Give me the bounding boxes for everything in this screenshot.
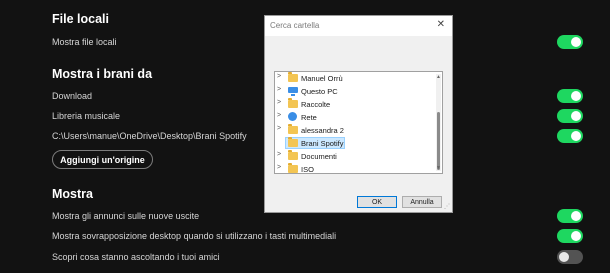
tree-item-iso[interactable]: > ISO bbox=[275, 163, 435, 174]
scroll-up-icon[interactable]: ▲ bbox=[436, 74, 441, 80]
close-icon[interactable]: ✕ bbox=[437, 19, 445, 30]
toggle-knob bbox=[571, 211, 581, 221]
new-releases-toggle[interactable] bbox=[557, 209, 583, 223]
tree-item-label: Questo PC bbox=[301, 87, 338, 96]
source-custom-folder-toggle[interactable] bbox=[557, 129, 583, 143]
chevron-right-icon[interactable]: > bbox=[277, 73, 281, 80]
add-source-button[interactable]: Aggiungi un'origine bbox=[52, 150, 153, 169]
tree-item-documents[interactable]: > Documenti bbox=[275, 150, 435, 162]
ok-button[interactable]: OK bbox=[357, 196, 397, 208]
source-music-library-toggle[interactable] bbox=[557, 109, 583, 123]
source-downloads-toggle[interactable] bbox=[557, 89, 583, 103]
tree-item-label: ISO bbox=[301, 165, 314, 174]
pc-icon bbox=[288, 87, 298, 96]
tree-item-network[interactable]: > Rete bbox=[275, 111, 435, 123]
toggle-knob bbox=[559, 252, 569, 262]
toggle-knob bbox=[571, 91, 581, 101]
show-local-files-label: Mostra file locali bbox=[52, 37, 117, 47]
chevron-right-icon[interactable]: > bbox=[277, 86, 281, 93]
chevron-right-icon[interactable]: > bbox=[277, 151, 281, 158]
toggle-knob bbox=[571, 37, 581, 47]
chevron-right-icon[interactable]: > bbox=[277, 112, 281, 119]
tree-item-label: Raccolte bbox=[301, 100, 331, 109]
folder-icon bbox=[288, 124, 298, 134]
desktop-overlay-toggle[interactable] bbox=[557, 229, 583, 243]
tree-item-label: Rete bbox=[301, 113, 317, 122]
folder-icon bbox=[288, 137, 298, 147]
chevron-right-icon[interactable]: > bbox=[277, 164, 281, 171]
tree-item-libraries[interactable]: > Raccolte bbox=[275, 98, 435, 110]
tree-item-this-pc[interactable]: > Questo PC bbox=[275, 85, 435, 97]
folder-tree[interactable]: > Manuel Orrù > Questo PC > Raccolte > R… bbox=[274, 71, 443, 174]
chevron-right-icon[interactable]: > bbox=[277, 99, 281, 106]
display-heading: Mostra bbox=[52, 187, 93, 201]
source-music-library-label: Libreria musicale bbox=[52, 111, 121, 121]
browse-folder-dialog: Cerca cartella ✕ > Manuel Orrù > Questo … bbox=[264, 15, 453, 213]
new-releases-label: Mostra gli annunci sulle nuove uscite bbox=[52, 211, 200, 221]
tree-item-label: Manuel Orrù bbox=[301, 74, 343, 83]
tree-item-alessandra-2[interactable]: > alessandra 2 bbox=[275, 124, 435, 136]
tree-item-manuel-orru[interactable]: > Manuel Orrù bbox=[275, 72, 435, 84]
friend-activity-label: Scopri cosa stanno ascoltando i tuoi ami… bbox=[52, 252, 220, 262]
scroll-down-icon[interactable]: ▼ bbox=[436, 165, 441, 171]
tree-item-brani-spotify[interactable]: Brani Spotify bbox=[275, 137, 435, 149]
dialog-title: Cerca cartella bbox=[270, 21, 320, 30]
show-tracks-from-heading: Mostra i brani da bbox=[52, 67, 153, 81]
folder-icon bbox=[288, 98, 298, 108]
resize-grip-icon[interactable]: ⋰ bbox=[444, 203, 450, 210]
folder-icon bbox=[288, 150, 298, 160]
chevron-right-icon[interactable]: > bbox=[277, 125, 281, 132]
tree-item-label: alessandra 2 bbox=[301, 126, 344, 135]
toggle-knob bbox=[571, 231, 581, 241]
folder-icon bbox=[288, 72, 298, 82]
tree-item-label: Brani Spotify bbox=[301, 139, 344, 148]
tree-scrollbar[interactable]: ▲ ▼ bbox=[436, 74, 441, 171]
show-local-files-toggle[interactable] bbox=[557, 35, 583, 49]
desktop-overlay-label: Mostra sovrapposizione desktop quando si… bbox=[52, 231, 337, 241]
local-files-heading: File locali bbox=[52, 12, 109, 26]
scrollbar-thumb[interactable] bbox=[437, 112, 440, 170]
source-custom-folder-label: C:\Users\manue\OneDrive\Desktop\Brani Sp… bbox=[52, 131, 247, 141]
network-icon bbox=[288, 112, 297, 121]
toggle-knob bbox=[571, 131, 581, 141]
folder-icon bbox=[288, 163, 298, 173]
source-downloads-label: Download bbox=[52, 91, 93, 101]
cancel-button[interactable]: Annulla bbox=[402, 196, 442, 208]
friend-activity-toggle[interactable] bbox=[557, 250, 583, 264]
dialog-titlebar: Cerca cartella ✕ bbox=[265, 16, 452, 36]
tree-item-label: Documenti bbox=[301, 152, 337, 161]
toggle-knob bbox=[571, 111, 581, 121]
